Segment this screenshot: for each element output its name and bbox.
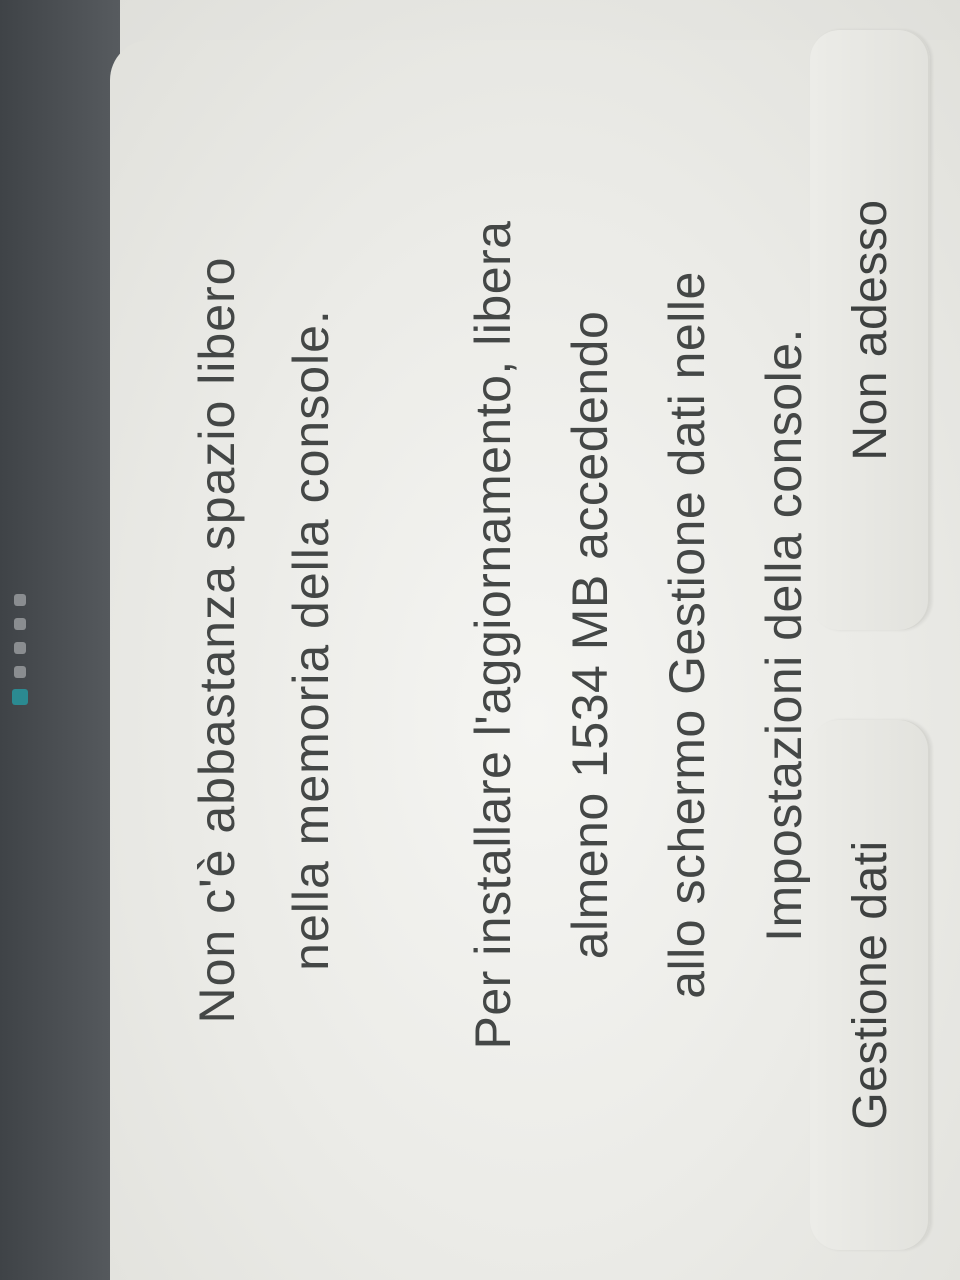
- dialog-message-line: almeno 1534 MB accedendo: [562, 310, 618, 960]
- data-management-button-label: Gestione dati: [843, 840, 897, 1130]
- not-now-button-label: Non adesso: [843, 199, 897, 461]
- dialog-title-line: nella memoria della console.: [283, 309, 339, 971]
- console-screen: Non c'è abbastanza spazio libero nella m…: [0, 0, 960, 1280]
- page-indicator: [0, 0, 120, 1280]
- dialog-title: Non c'è abbastanza spazio libero nella m…: [170, 150, 358, 1130]
- page-dot: [14, 618, 26, 630]
- page-dot: [14, 642, 26, 654]
- photo-stage: Non c'è abbastanza spazio libero nella m…: [0, 0, 960, 1280]
- page-dot: [14, 666, 26, 678]
- dialog-message: Per installare l'aggiornamento, libera a…: [445, 50, 833, 1220]
- dialog-title-line: Non c'è abbastanza spazio libero: [189, 256, 245, 1024]
- dialog-message-line: allo schermo Gestione dati nelle: [659, 271, 715, 999]
- page-dot: [14, 594, 26, 606]
- data-management-button[interactable]: Gestione dati: [810, 720, 930, 1250]
- page-dot-active: [12, 689, 28, 705]
- dialog-message-line: Per installare l'aggiornamento, libera: [465, 220, 521, 1050]
- not-now-button[interactable]: Non adesso: [810, 30, 930, 630]
